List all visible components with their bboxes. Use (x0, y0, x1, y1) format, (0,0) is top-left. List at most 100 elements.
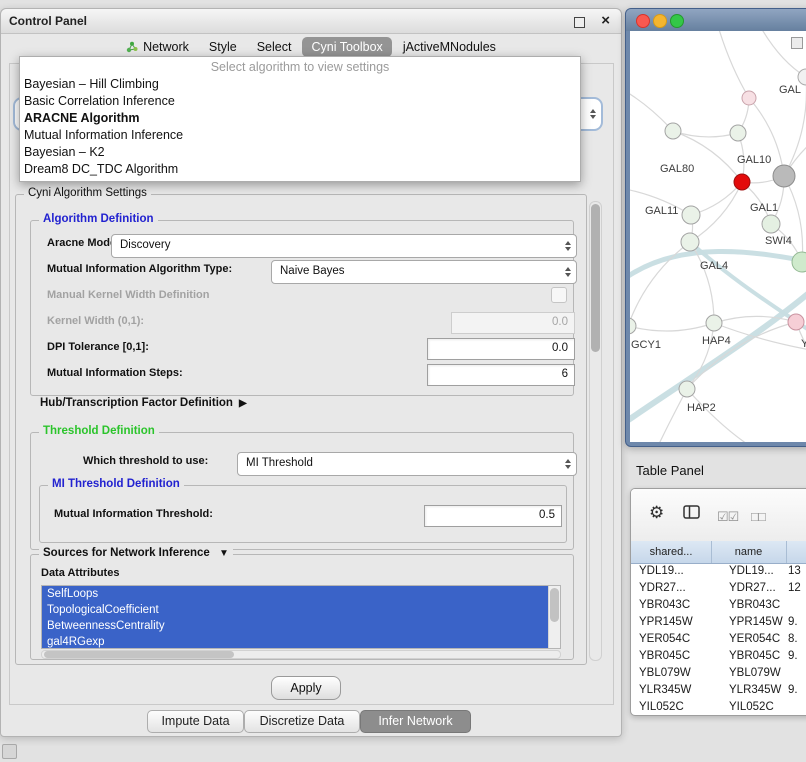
mi-threshold-field[interactable]: 0.5 (424, 505, 562, 527)
column-header-shared[interactable]: shared... (631, 541, 712, 563)
algorithm-popup-list: Bayesian – Hill ClimbingBasic Correlatio… (20, 76, 580, 178)
node-label-gcy1: GCY1 (631, 339, 661, 351)
scrollbar-thumb[interactable] (550, 588, 559, 622)
table-row[interactable]: YBR045CYBR045C9. (631, 648, 806, 665)
column-view-icon[interactable] (683, 505, 700, 520)
network-node-hap4[interactable] (706, 315, 722, 331)
table-row[interactable]: YBR043CYBR043C (631, 597, 806, 614)
table-cell: 12 (788, 580, 801, 597)
network-edge (784, 176, 803, 262)
tab-cyni-toolbox[interactable]: Cyni Toolbox (302, 37, 391, 57)
network-node-gal1[interactable] (762, 215, 780, 233)
network-node-pinkTop[interactable] (742, 91, 756, 105)
combo-stepper-icon (565, 459, 571, 469)
network-node-gB[interactable] (730, 125, 746, 141)
table-row[interactable]: YIL052CYIL052C (631, 699, 806, 715)
network-node-gal4[interactable] (681, 233, 699, 251)
mi-threshold-label: Mutual Information Threshold: (54, 508, 213, 520)
attribute-item-betweennesscentrality[interactable]: BetweennessCentrality (42, 618, 549, 634)
attribute-item-topologicalcoefficient[interactable]: TopologicalCoefficient (42, 602, 549, 618)
close-icon[interactable]: × (601, 10, 610, 32)
algorithm-option-bayesian-k2[interactable]: Bayesian – K2 (20, 144, 580, 161)
algorithm-option-dream8-dc-tdc-algorithm[interactable]: Dream8 DC_TDC Algorithm (20, 161, 580, 178)
attribute-item-gal4rgexp[interactable]: gal4RGexp (42, 634, 549, 649)
network-node-gal10[interactable] (773, 165, 795, 187)
table-row[interactable]: YDL19...YDL19...13 (631, 563, 806, 580)
table-row[interactable]: YER054CYER054C8. (631, 631, 806, 648)
mi-type-select[interactable]: Naive Bayes (271, 260, 577, 284)
algorithm-option-basic-correlation-inference[interactable]: Basic Correlation Inference (20, 93, 580, 110)
network-node-gA[interactable] (665, 123, 681, 139)
sources-toggle[interactable]: Sources for Network Inference ▼ (39, 547, 233, 559)
gear-icon[interactable]: ⚙ (649, 501, 664, 525)
network-window-titlebar[interactable] (626, 9, 806, 31)
aracne-mode-select[interactable]: Discovery (111, 234, 577, 258)
table-cell: YLR345W (639, 682, 691, 699)
table-cell: YER054C (729, 631, 780, 648)
table-cell: YER054C (639, 631, 690, 648)
zoom-traffic-light[interactable] (670, 14, 684, 28)
attribute-item-selfloops[interactable]: SelfLoops (42, 586, 549, 602)
table-row[interactable]: YDR27...YDR27...12 (631, 580, 806, 597)
control-panel-titlebar[interactable]: Control Panel × (1, 9, 621, 34)
network-node-cutTop[interactable] (798, 69, 806, 85)
mi-steps-field[interactable]: 6 (427, 364, 575, 386)
column-header-name[interactable]: name (711, 541, 787, 563)
network-edge (630, 323, 714, 331)
table-toolbar: ⚙ ☑☑ □□ (631, 489, 806, 542)
select-all-checkboxes-icon[interactable]: ☑☑ (717, 505, 738, 529)
algorithm-definition-group: Algorithm Definition Aracne Mode: Discov… (30, 220, 574, 396)
settings-scrollbar[interactable] (589, 201, 602, 661)
node-label-gal80: GAL80 (660, 163, 694, 175)
network-edge (718, 31, 749, 98)
table-cell: YDR27... (639, 580, 686, 597)
table-row[interactable]: YBL079WYBL079W (631, 665, 806, 682)
network-node-gcy1[interactable] (630, 318, 636, 334)
window-title: Control Panel (9, 9, 87, 33)
table-row[interactable]: YLR345WYLR345W9. (631, 682, 806, 699)
network-node-gal11[interactable] (682, 206, 700, 224)
tab-jactivemnodules[interactable]: jActiveMNodules (394, 37, 505, 57)
bottom-tab-discretize-data[interactable]: Discretize Data (244, 710, 360, 733)
network-node-swi4[interactable] (792, 252, 806, 272)
attributes-hscrollbar[interactable] (41, 650, 561, 659)
algorithm-option-aracne-algorithm[interactable]: ARACNE Algorithm (20, 110, 580, 127)
network-graph[interactable]: GALGAL80GAL10GAL11GAL1SWI4GAL4GCY1HAP4HA… (630, 31, 806, 442)
tab-style[interactable]: Style (200, 37, 246, 57)
scrollbar-thumb[interactable] (44, 651, 234, 658)
algorithm-option-mutual-information-inference[interactable]: Mutual Information Inference (20, 127, 580, 144)
dpi-tolerance-field[interactable]: 0.0 (427, 338, 575, 360)
table-cell: YIL052C (639, 699, 684, 715)
column-header-extra[interactable] (786, 541, 806, 563)
algorithm-option-bayesian-hill-climbing[interactable]: Bayesian – Hill Climbing (20, 76, 580, 93)
tab-network[interactable]: Network (117, 37, 198, 57)
minimize-traffic-light[interactable] (653, 14, 667, 28)
attributes-list-scrollbar[interactable] (548, 586, 560, 648)
bottom-tab-impute-data[interactable]: Impute Data (147, 710, 244, 733)
tab-select[interactable]: Select (248, 37, 301, 57)
apply-button[interactable]: Apply (271, 676, 341, 700)
bottom-tab-infer-network[interactable]: Infer Network (360, 710, 471, 733)
combo-stepper-icon (565, 267, 571, 277)
network-canvas[interactable]: GALGAL80GAL10GAL11GAL1SWI4GAL4GCY1HAP4HA… (630, 31, 806, 442)
data-attributes-list[interactable]: SelfLoopsTopologicalCoefficientBetweenne… (41, 585, 561, 649)
table-row[interactable]: YPR145WYPR145W9. (631, 614, 806, 631)
hidden-panel-grip-icon[interactable] (2, 744, 17, 759)
collapsed-arrow-icon: ▶ (239, 398, 247, 409)
expanded-arrow-icon: ▼ (219, 548, 229, 559)
control-panel-window: Control Panel × NetworkStyleSelectCyni T… (0, 8, 622, 737)
hub-section-toggle[interactable]: Hub/Transcription Factor Definition▶ (40, 397, 247, 409)
deselect-all-checkboxes-icon[interactable]: □□ (751, 505, 765, 529)
network-node-hap2[interactable] (679, 381, 695, 397)
scrollbar-thumb[interactable] (591, 204, 600, 352)
canvas-corner-widget[interactable] (791, 37, 803, 49)
table-cell: YBR043C (729, 597, 780, 614)
network-node-red[interactable] (734, 174, 750, 190)
algorithm-popup-header: Select algorithm to view settings (20, 59, 580, 76)
which-threshold-select[interactable]: MI Threshold (237, 452, 577, 476)
close-traffic-light[interactable] (636, 14, 650, 28)
table-cell: YBL079W (729, 665, 781, 682)
network-node-pinkR[interactable] (788, 314, 804, 330)
float-window-icon[interactable] (574, 17, 585, 28)
table-cell: 9. (788, 682, 798, 699)
